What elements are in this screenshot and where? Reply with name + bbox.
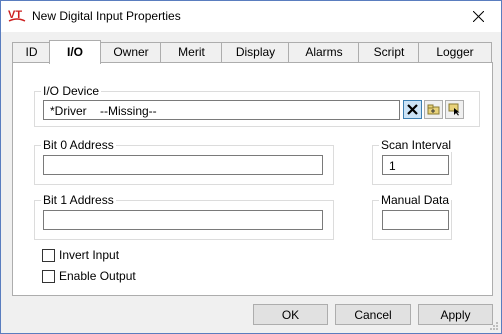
enable-output-label: Enable Output — [59, 269, 136, 283]
select-device-button[interactable] — [445, 100, 464, 119]
bit1-address-label: Bit 1 Address — [41, 193, 116, 207]
clear-device-button[interactable] — [403, 100, 422, 119]
folder-browse-icon — [427, 104, 440, 115]
apply-button[interactable]: Apply — [418, 304, 493, 325]
invert-input-checkbox[interactable]: Invert Input — [42, 248, 119, 262]
io-device-field[interactable]: *Driver --Missing-- — [43, 100, 400, 120]
manual-data-group: Manual Data — [372, 193, 452, 240]
vtscada-logo-icon: VT — [8, 9, 26, 22]
cancel-button[interactable]: Cancel — [335, 304, 411, 325]
bit0-address-input[interactable] — [43, 155, 323, 175]
io-device-label: I/O Device — [41, 84, 102, 98]
ok-button[interactable]: OK — [253, 304, 328, 325]
tab-logger[interactable]: Logger — [418, 42, 492, 62]
resize-grip-icon[interactable] — [489, 321, 499, 331]
bit1-address-input[interactable] — [43, 210, 323, 230]
tab-merit[interactable]: Merit — [160, 42, 223, 62]
manual-data-input[interactable] — [382, 210, 449, 230]
dialog-window: VT New Digital Input Properties ID I/O O… — [0, 0, 502, 334]
title-bar[interactable]: VT New Digital Input Properties — [1, 1, 501, 32]
io-tab-panel: I/O Device *Driver --Missing-- Bit 0 Add… — [12, 62, 493, 296]
scan-interval-input[interactable]: 1 — [382, 155, 449, 175]
clear-x-icon — [407, 104, 418, 115]
invert-input-box[interactable] — [42, 248, 55, 262]
bit0-address-group: Bit 0 Address — [34, 138, 334, 185]
tab-owner[interactable]: Owner — [100, 42, 162, 62]
enable-output-checkbox[interactable]: Enable Output — [42, 269, 136, 283]
bit1-address-group: Bit 1 Address — [34, 193, 334, 240]
browse-device-button[interactable] — [424, 100, 443, 119]
manual-data-label: Manual Data — [379, 193, 452, 207]
close-icon — [472, 11, 484, 22]
enable-output-box[interactable] — [42, 269, 55, 283]
invert-input-label: Invert Input — [59, 248, 120, 262]
io-device-group: I/O Device *Driver --Missing-- — [34, 84, 480, 127]
scan-interval-label: Scan Interval — [379, 138, 454, 152]
tab-alarms[interactable]: Alarms — [288, 42, 360, 62]
tab-script[interactable]: Script — [358, 42, 420, 62]
select-pointer-icon — [448, 103, 460, 116]
tab-io[interactable]: I/O — [49, 40, 101, 64]
tab-id[interactable]: ID — [12, 42, 51, 62]
scan-interval-group: Scan Interval 1 — [372, 138, 454, 185]
window-title: New Digital Input Properties — [32, 9, 181, 23]
bit0-address-label: Bit 0 Address — [41, 138, 116, 152]
close-button[interactable] — [455, 1, 501, 32]
tab-display[interactable]: Display — [221, 42, 290, 62]
